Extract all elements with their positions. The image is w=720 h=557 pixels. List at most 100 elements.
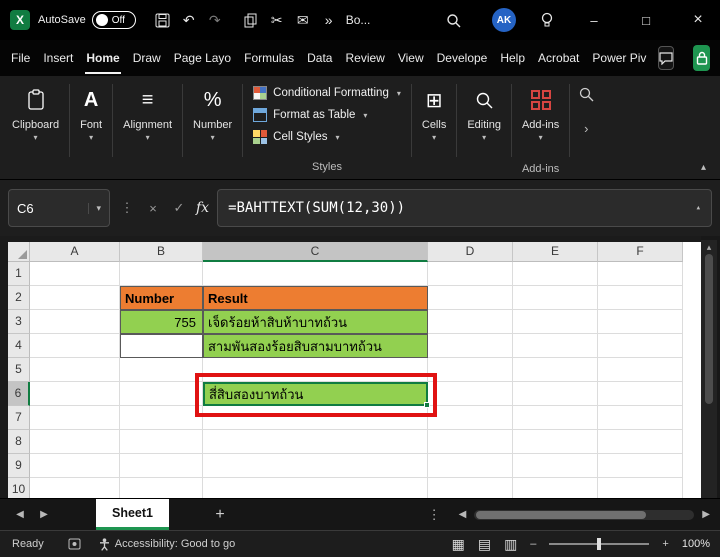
- share-button[interactable]: [693, 45, 710, 71]
- cell[interactable]: [513, 262, 598, 286]
- column-header-E[interactable]: E: [513, 242, 598, 262]
- row-header-6[interactable]: 6: [8, 382, 30, 406]
- vertical-scrollbar[interactable]: ▴: [701, 240, 717, 498]
- tab-draw[interactable]: Draw: [132, 42, 162, 74]
- cell[interactable]: [120, 358, 203, 382]
- zoom-level[interactable]: 100%: [682, 538, 710, 550]
- comments-button[interactable]: [658, 46, 674, 70]
- zoom-in-button[interactable]: +: [662, 538, 668, 550]
- cell[interactable]: [30, 310, 120, 334]
- dots-icon[interactable]: ⋮: [428, 507, 441, 523]
- cell[interactable]: [513, 406, 598, 430]
- clipboard-group[interactable]: Clipboard ▾: [4, 80, 67, 179]
- cell[interactable]: [120, 382, 203, 406]
- name-box[interactable]: C6 ▾: [8, 189, 110, 227]
- cell-C4[interactable]: สามพันสองร้อยสิบสามบาทถ้วน: [203, 334, 428, 358]
- tab-power-pivot[interactable]: Power Piv: [591, 42, 647, 74]
- tab-insert[interactable]: Insert: [42, 42, 74, 74]
- cell[interactable]: [428, 478, 513, 498]
- collapse-ribbon-icon[interactable]: ▴: [701, 162, 706, 173]
- column-header-C[interactable]: C: [203, 242, 428, 262]
- sheet-tab-sheet1[interactable]: Sheet1: [96, 499, 169, 530]
- cancel-icon[interactable]: ×: [144, 201, 162, 216]
- cell[interactable]: [598, 382, 683, 406]
- tab-page-layout[interactable]: Page Layo: [173, 42, 232, 74]
- cell[interactable]: [428, 286, 513, 310]
- select-all-corner[interactable]: [8, 242, 30, 262]
- mail-icon[interactable]: ✉: [290, 7, 316, 33]
- column-header-B[interactable]: B: [120, 242, 203, 262]
- search-sheet-icon[interactable]: [578, 86, 594, 107]
- row-header-1[interactable]: 1: [8, 262, 30, 286]
- cell[interactable]: [598, 430, 683, 454]
- cell[interactable]: [30, 430, 120, 454]
- cell-C6-selected[interactable]: สี่สิบสองบาทถ้วน: [203, 382, 428, 406]
- cell[interactable]: [30, 334, 120, 358]
- column-header-F[interactable]: F: [598, 242, 683, 262]
- cell-B2[interactable]: Number: [120, 286, 203, 310]
- redo-icon[interactable]: ↷: [202, 7, 228, 33]
- cell[interactable]: [598, 286, 683, 310]
- cell[interactable]: [428, 406, 513, 430]
- cell[interactable]: [428, 382, 513, 406]
- row-header-10[interactable]: 10: [8, 478, 30, 498]
- accessibility-status[interactable]: Accessibility: Good to go: [99, 538, 235, 551]
- cell[interactable]: [428, 310, 513, 334]
- zoom-slider-knob[interactable]: [597, 538, 601, 550]
- cell[interactable]: [203, 358, 428, 382]
- horizontal-scroll-thumb[interactable]: [476, 511, 646, 519]
- scroll-right-icon[interactable]: ▶: [702, 509, 710, 520]
- tab-view[interactable]: View: [397, 42, 425, 74]
- fill-handle[interactable]: [424, 402, 430, 408]
- cell[interactable]: [203, 430, 428, 454]
- normal-view-icon[interactable]: ▦: [452, 536, 465, 553]
- font-group[interactable]: A Font ▾: [72, 80, 110, 179]
- cell-styles-button[interactable]: Cell Styles ▾: [253, 126, 339, 148]
- cell[interactable]: [30, 286, 120, 310]
- cut-icon[interactable]: ✂: [264, 7, 290, 33]
- number-group[interactable]: % Number ▾: [185, 80, 240, 179]
- tab-home[interactable]: Home: [85, 42, 120, 74]
- vertical-scroll-thumb[interactable]: [705, 254, 713, 404]
- cell[interactable]: [598, 358, 683, 382]
- row-header-2[interactable]: 2: [8, 286, 30, 310]
- more-commands-icon[interactable]: »: [316, 7, 342, 33]
- tab-data[interactable]: Data: [306, 42, 333, 74]
- cell[interactable]: [513, 454, 598, 478]
- cell[interactable]: [30, 454, 120, 478]
- cell[interactable]: [598, 310, 683, 334]
- sheet-nav-left-icon[interactable]: ◀: [8, 509, 32, 520]
- row-header-8[interactable]: 8: [8, 430, 30, 454]
- cell[interactable]: [203, 454, 428, 478]
- zoom-slider[interactable]: [549, 543, 649, 545]
- tab-formulas[interactable]: Formulas: [243, 42, 295, 74]
- cell-B3[interactable]: 755: [120, 310, 203, 334]
- cell[interactable]: [428, 262, 513, 286]
- minimize-button[interactable]: –: [572, 0, 616, 40]
- row-header-5[interactable]: 5: [8, 358, 30, 382]
- enter-icon[interactable]: ✓: [170, 200, 188, 216]
- maximize-button[interactable]: □: [624, 0, 668, 40]
- cell[interactable]: [203, 406, 428, 430]
- cell[interactable]: [598, 454, 683, 478]
- undo-icon[interactable]: ↶: [176, 7, 202, 33]
- insert-function-button[interactable]: fx: [196, 200, 209, 216]
- cell[interactable]: [203, 478, 428, 498]
- save-icon[interactable]: [150, 7, 176, 33]
- add-sheet-button[interactable]: +: [209, 506, 231, 524]
- cell[interactable]: [428, 430, 513, 454]
- cell[interactable]: [598, 478, 683, 498]
- format-as-table-button[interactable]: Format as Table ▾: [253, 104, 367, 126]
- cell[interactable]: [598, 334, 683, 358]
- cell-B4[interactable]: [120, 334, 203, 358]
- copy-icon[interactable]: [238, 7, 264, 33]
- scroll-up-icon[interactable]: ▴: [707, 240, 712, 254]
- page-layout-view-icon[interactable]: ▤: [478, 536, 491, 553]
- row-header-4[interactable]: 4: [8, 334, 30, 358]
- tab-acrobat[interactable]: Acrobat: [537, 42, 580, 74]
- avatar[interactable]: AK: [492, 8, 516, 32]
- cell[interactable]: [120, 406, 203, 430]
- cell[interactable]: [30, 406, 120, 430]
- cell[interactable]: [428, 358, 513, 382]
- lightbulb-icon[interactable]: [534, 7, 560, 33]
